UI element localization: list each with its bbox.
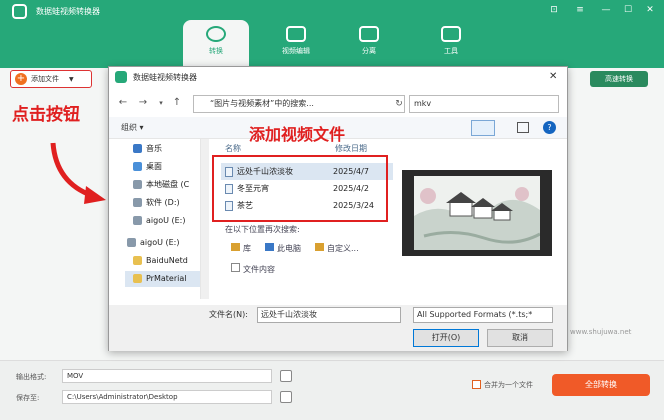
filename-label: 文件名(N): <box>209 310 248 319</box>
dialog-title: 数据蛙视频转换器 <box>133 73 197 82</box>
chinese-village-painting-icon <box>414 176 541 250</box>
tab-video-edit[interactable]: 视频编辑 <box>263 20 329 68</box>
search-custom-link[interactable]: 自定义... <box>315 243 359 254</box>
column-date-header[interactable]: 修改日期 <box>335 143 367 154</box>
nav-item-drive-c[interactable]: 本地磁盘 (C <box>133 177 189 193</box>
output-format-label: 输出格式: <box>16 373 47 381</box>
nav-pane: 音乐 桌面 本地磁盘 (C 软件 (D:) aigoU (E:) aigoU (… <box>109 139 201 299</box>
plus-icon: + <box>15 73 27 85</box>
minimize-button[interactable]: — <box>600 5 612 15</box>
annotation-add-video: 添加视频文件 <box>249 125 346 144</box>
annotation-click-button: 点击按钮 <box>12 105 80 125</box>
menu-icon[interactable]: ≡ <box>574 5 586 15</box>
dialog-titlebar: 数据蛙视频转换器 ✕ <box>109 67 567 89</box>
app-logo-icon <box>12 4 27 19</box>
refresh-icon[interactable]: ↻ <box>393 98 405 110</box>
chevron-down-icon[interactable]: ▼ <box>69 76 74 83</box>
nav-item-drive-e[interactable]: aigoU (E:) <box>133 213 186 229</box>
search-again-label: 在以下位置再次搜索: <box>225 225 300 234</box>
nav-item-desktop[interactable]: 桌面 <box>133 159 162 175</box>
address-bar[interactable]: “图片与视频素材”中的搜索... <box>193 95 405 113</box>
drive-icon <box>133 198 142 207</box>
folder-icon <box>315 243 324 251</box>
tab-split[interactable]: 分离 <box>336 20 402 68</box>
convert-icon <box>206 26 226 42</box>
usb-drive-icon <box>127 238 136 247</box>
search-this-pc-link[interactable]: 此电脑 <box>265 243 301 254</box>
forward-arrow-icon[interactable]: → <box>137 97 149 109</box>
annotation-arrow-icon <box>50 142 106 204</box>
convert-all-button[interactable]: 全部转换 <box>552 374 650 396</box>
back-arrow-icon[interactable]: ← <box>117 97 129 109</box>
help-icon[interactable]: ? <box>543 121 556 134</box>
folder-icon <box>133 256 142 265</box>
split-icon <box>359 26 379 42</box>
nav-scrollbar[interactable] <box>201 139 209 299</box>
cancel-button[interactable]: 取消 <box>487 329 553 347</box>
search-library-link[interactable]: 库 <box>231 243 251 254</box>
video-edit-icon <box>286 26 306 42</box>
search-input[interactable]: mkv <box>409 95 559 113</box>
app-title: 数据蛙视频转换器 <box>36 7 100 16</box>
output-format-select[interactable]: MOV <box>62 369 272 383</box>
view-options-icon[interactable] <box>471 120 495 136</box>
screenshot-icon[interactable]: ⊡ <box>548 5 560 15</box>
open-button[interactable]: 打开(O) <box>413 329 479 347</box>
close-button[interactable]: ✕ <box>644 5 656 15</box>
video-preview <box>402 170 552 256</box>
dialog-app-icon <box>115 71 127 83</box>
high-speed-convert-button[interactable]: 高速转换 <box>590 71 648 87</box>
nav-item-baidunetdisk[interactable]: BaiduNetd <box>133 253 188 269</box>
save-path-field[interactable]: C:\Users\Administrator\Desktop <box>62 390 272 404</box>
watermark-text: www.shujuwa.net <box>570 328 632 336</box>
save-to-label: 保存至: <box>16 394 40 402</box>
toolbox-icon <box>441 26 461 42</box>
filename-row: 文件名(N): 远处千山浓淡妆 All Supported Formats (*… <box>109 305 567 351</box>
add-file-button[interactable]: + 添加文件 ▼ <box>10 70 92 88</box>
nav-item-aigou[interactable]: aigoU (E:) <box>127 235 180 251</box>
dialog-close-button[interactable]: ✕ <box>549 71 557 82</box>
nav-item-drive-d[interactable]: 软件 (D:) <box>133 195 180 211</box>
drive-icon <box>133 180 142 189</box>
filename-input[interactable]: 远处千山浓淡妆 <box>257 307 401 323</box>
column-name-header[interactable]: 名称 <box>225 143 241 154</box>
merge-label: 合并为一个文件 <box>484 381 533 389</box>
organize-menu[interactable]: 组织 ▾ <box>121 122 144 133</box>
annotation-highlight-box <box>212 155 388 222</box>
merge-checkbox[interactable] <box>472 380 481 389</box>
tab-convert[interactable]: 转换 <box>183 20 249 68</box>
folder-icon <box>133 274 142 283</box>
search-file-contents-link[interactable]: 文件内容 <box>231 263 275 275</box>
nav-item-music[interactable]: 音乐 <box>133 141 162 157</box>
desktop-icon <box>133 162 142 171</box>
nav-item-prmaterial[interactable]: PrMaterial <box>125 271 200 287</box>
dialog-nav-row: ← → ▾ ↑ “图片与视频素材”中的搜索... ↻ mkv <box>109 91 567 115</box>
maximize-button[interactable]: ☐ <box>622 5 634 15</box>
music-icon <box>133 144 142 153</box>
folder-icon[interactable] <box>280 391 292 403</box>
up-arrow-icon[interactable]: ↑ <box>171 97 183 109</box>
preview-thumbnail <box>414 176 541 250</box>
document-icon <box>231 263 240 272</box>
preview-pane-icon[interactable] <box>517 122 529 133</box>
tab-tools[interactable]: 工具 <box>418 20 484 68</box>
recent-dropdown-icon[interactable]: ▾ <box>155 97 167 109</box>
format-settings-icon[interactable] <box>280 370 292 382</box>
computer-icon <box>265 243 274 251</box>
drive-icon <box>133 216 142 225</box>
library-icon <box>231 243 240 251</box>
file-type-select[interactable]: All Supported Formats (*.ts;* <box>413 307 553 323</box>
